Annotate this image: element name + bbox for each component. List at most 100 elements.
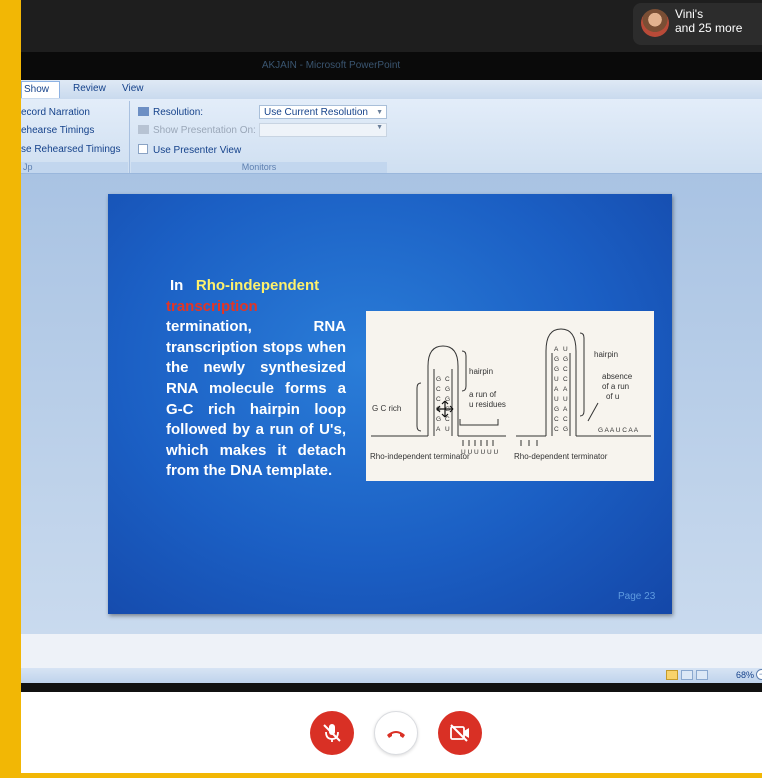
tab-review[interactable]: Review — [73, 83, 106, 94]
svg-text:A: A — [563, 406, 568, 413]
svg-text:G: G — [563, 356, 568, 363]
slide-show-button[interactable] — [696, 670, 708, 680]
svg-text:C: C — [563, 376, 568, 383]
participants-label: Vini's and 25 more — [675, 7, 742, 35]
slide-canvas[interactable]: In Rho-independent transcription termina… — [108, 194, 672, 614]
show-on-text: Show Presentation On: — [153, 125, 256, 136]
svg-text:C: C — [554, 416, 559, 423]
u-run-bracket — [459, 419, 499, 426]
terminator-diagram: GCCCGA CGGGCU AGGUAUGCC UGCCAUACG hairpi… — [366, 311, 654, 481]
use-rehearsed-timings-button[interactable]: se Rehearsed Timings — [21, 144, 121, 155]
svg-text:C: C — [436, 386, 441, 393]
svg-text:G: G — [445, 386, 450, 393]
slide-body-text: In Rho-independent transcription termina… — [166, 276, 346, 482]
window-title-bar: AKJAIN - Microsoft PowerPoint — [21, 52, 762, 80]
left-hairpin-brace — [461, 350, 467, 392]
absence-pointer — [587, 402, 599, 422]
participants-chip[interactable]: Vini's and 25 more — [633, 3, 762, 45]
slide-text-in: In — [170, 277, 184, 294]
tab-view[interactable]: View — [122, 83, 144, 94]
svg-text:G: G — [436, 416, 441, 423]
move-cursor-icon — [436, 400, 454, 418]
camera-off-icon — [450, 724, 469, 742]
ribbon-tabs: Show Review View — [21, 80, 762, 99]
svg-text:U: U — [554, 396, 559, 403]
use-presenter-view-checkbox[interactable]: Use Presenter View — [138, 144, 241, 156]
slide-text-rho: Rho-independent — [195, 277, 320, 294]
monitors-group-label: Monitors — [131, 162, 387, 173]
slide-sorter-button[interactable] — [681, 670, 693, 680]
svg-text:G: G — [554, 366, 559, 373]
resolution-dropdown[interactable]: Use Current Resolution ▼ — [259, 105, 387, 119]
gc-rich-label: G C rich — [372, 404, 401, 413]
monitor-icon — [138, 107, 149, 116]
right-caption: Rho-dependent terminator — [514, 452, 608, 461]
zoom-level[interactable]: 68% — [736, 670, 754, 680]
svg-text:A: A — [563, 386, 568, 393]
svg-text:U: U — [563, 396, 568, 403]
participant-name: Vini's — [675, 7, 704, 21]
end-call-icon — [387, 731, 405, 738]
svg-text:G: G — [436, 376, 441, 383]
svg-text:C: C — [445, 376, 450, 383]
left-tail-sequence: U U U U U U — [461, 449, 499, 456]
svg-text:C: C — [563, 366, 568, 373]
gc-brace — [416, 382, 422, 432]
mute-button[interactable] — [310, 711, 354, 755]
call-controls-bar — [21, 692, 762, 773]
presenter-frame-left — [0, 0, 21, 778]
absence-label-2: of a run — [602, 382, 629, 391]
right-tail-sequence: G A A U C A A — [598, 427, 639, 434]
avatar — [641, 9, 669, 37]
window-title: AKJAIN - Microsoft PowerPoint — [261, 60, 401, 71]
tab-slide-show[interactable]: Show — [21, 81, 61, 98]
checkbox-icon — [138, 144, 148, 154]
absence-label-3: of u — [606, 392, 619, 401]
status-bar: 68% − — [21, 668, 762, 683]
presenter-view-text: Use Presenter View — [153, 145, 242, 156]
resolution-label: Resolution: — [138, 107, 203, 118]
notes-pane[interactable] — [21, 634, 762, 668]
end-call-button[interactable] — [374, 711, 418, 755]
left-hairpin-stem — [427, 345, 459, 436]
left-hairpin-label: hairpin — [469, 367, 493, 376]
participant-count: and 25 more — [675, 21, 743, 35]
resolution-value: Use Current Resolution — [264, 107, 368, 118]
screen-icon — [138, 125, 149, 134]
show-presentation-on-label: Show Presentation On: — [138, 125, 256, 136]
svg-text:U: U — [445, 426, 450, 433]
group-divider — [129, 101, 130, 173]
slide-workspace: In Rho-independent transcription termina… — [21, 174, 762, 634]
right-hairpin-stem — [545, 328, 577, 436]
presenter-frame-bottom — [0, 773, 762, 778]
resolution-text: Resolution: — [153, 107, 204, 118]
ribbon-panel: ecord Narration ehearse Timings se Rehea… — [21, 99, 762, 174]
right-hairpin-label: hairpin — [594, 350, 618, 359]
chevron-down-icon: ▼ — [376, 109, 383, 116]
meeting-top-bar: Vini's and 25 more — [21, 0, 762, 52]
rehearse-timings-button[interactable]: ehearse Timings — [21, 125, 94, 136]
setup-group-label: Jp — [21, 162, 128, 173]
normal-view-button[interactable] — [666, 670, 678, 680]
slide-text-transcription: transcription — [166, 297, 258, 315]
svg-text:A: A — [554, 386, 559, 393]
camera-button[interactable] — [438, 711, 482, 755]
right-hairpin-brace — [579, 332, 585, 417]
svg-text:G: G — [563, 426, 568, 433]
slide-page-number: Page 23 — [618, 591, 656, 602]
show-on-dropdown[interactable]: ▼ — [259, 123, 387, 137]
svg-text:C: C — [563, 416, 568, 423]
mic-off-icon — [323, 724, 341, 742]
svg-text:C: C — [554, 426, 559, 433]
svg-text:G: G — [554, 356, 559, 363]
left-caption: Rho-independent terminator — [370, 452, 470, 461]
svg-text:G: G — [554, 406, 559, 413]
absence-label-1: absence — [602, 372, 633, 381]
svg-text:U: U — [554, 376, 559, 383]
separator-strip — [21, 683, 762, 692]
record-narration-button[interactable]: ecord Narration — [21, 107, 90, 118]
left-run-label-2: u residues — [469, 400, 506, 409]
svg-text:A: A — [436, 426, 441, 433]
zoom-out-icon[interactable]: − — [756, 669, 762, 680]
svg-text:A: A — [554, 346, 559, 353]
